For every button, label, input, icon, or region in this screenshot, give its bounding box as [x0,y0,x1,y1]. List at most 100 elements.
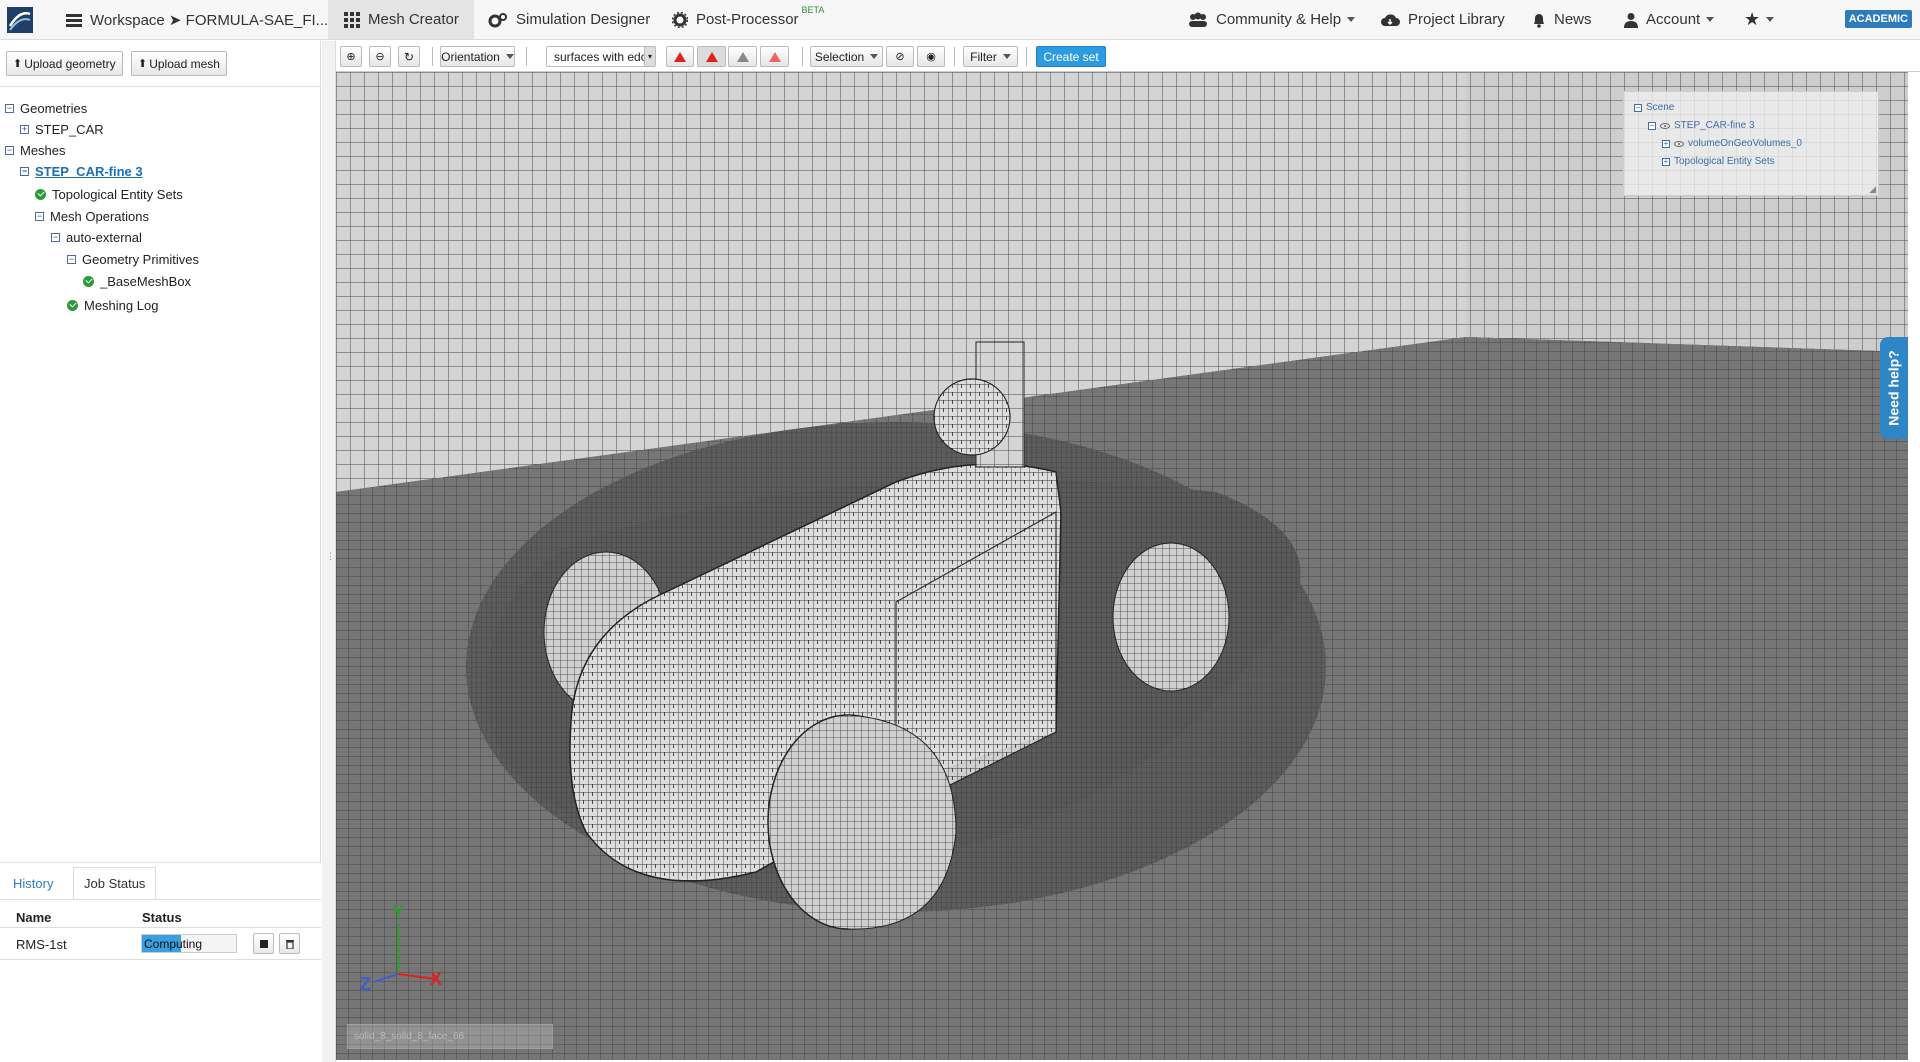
tree-item-mesh-selected[interactable]: − STEP_CAR-fine 3 [20,161,143,181]
scene-tree-mesh[interactable]: − STEP_CAR-fine 3 [1648,120,1755,131]
show-all-button[interactable]: ◉ [917,46,945,67]
zoom-out-button[interactable]: ⊖ [369,46,391,67]
trash-icon [285,940,294,949]
resize-handle-icon[interactable]: ◢ [1869,184,1876,195]
column-header-name: Name [16,910,52,925]
collapse-icon[interactable]: − [35,211,44,221]
zoom-in-button[interactable]: ⊕ [340,46,362,67]
scene-tree-volume[interactable]: + volumeOnGeoVolumes_0 [1662,138,1802,149]
tree-item-geometry-primitives[interactable]: − Geometry Primitives [67,249,199,269]
scene-tree-root[interactable]: − Scene [1634,102,1674,113]
upload-mesh-label: Upload mesh [149,56,220,71]
upload-geometry-button[interactable]: ⬆ Upload geometry [6,51,123,76]
scene-label: Scene [1646,102,1675,113]
app-logo[interactable] [6,0,34,39]
zoom-out-icon: ⊖ [375,51,385,63]
solid-surface-icon [674,51,686,62]
chevron-down-icon [1002,54,1011,59]
mesh-scene-render: Y X Z [336,72,1908,1060]
refresh-icon: ↻ [403,49,415,64]
tab-mesh-creator[interactable]: Mesh Creator [328,0,474,39]
account-menu[interactable]: Account [1624,0,1715,39]
orientation-dropdown[interactable]: Orientation [440,46,515,67]
tab-post-processor[interactable]: Post-Processor BETA [672,0,824,39]
workspace-breadcrumb[interactable]: Workspace ➤ FORMULA-SAE_FI... [66,0,328,39]
chevron-down-icon: ▾ [644,47,655,66]
expand-icon[interactable]: + [20,124,29,134]
favorites-menu[interactable]: ★ [1744,0,1775,39]
create-set-button[interactable]: Create set [1036,46,1106,67]
eye-icon: ◉ [926,51,936,63]
eye-icon[interactable] [1660,122,1670,129]
stop-job-button[interactable] [253,933,274,954]
tree-item-label: _BaseMeshBox [100,273,192,289]
bell-icon [1532,12,1546,28]
eye-icon[interactable] [1674,140,1684,147]
news-link[interactable]: News [1532,0,1592,39]
grid-icon [344,11,360,28]
render-mode-value: surfaces with edo [554,49,646,64]
users-icon [1188,12,1208,28]
divider [0,959,321,960]
need-help-button[interactable]: Need help? [1880,337,1908,439]
tree-item-auto-external[interactable]: − auto-external [51,227,142,247]
delete-job-button[interactable] [279,933,300,954]
collapse-icon[interactable]: − [67,254,76,264]
tree-item-base-mesh-box[interactable]: _BaseMeshBox [83,271,191,291]
workspace-icon [66,13,82,27]
tab-mesh-creator-label: Mesh Creator [368,11,459,28]
transparent-surface-icon [768,51,781,62]
user-icon [1624,12,1638,28]
collapse-icon[interactable]: − [5,145,14,155]
column-header-status: Status [142,910,182,925]
tree-item-meshing-log[interactable]: Meshing Log [67,295,158,315]
collapse-icon[interactable]: − [1634,103,1642,112]
project-library-link[interactable]: Project Library [1380,0,1505,39]
tab-job-status[interactable]: Job Status [73,867,157,899]
wireframe-button[interactable] [728,46,757,67]
community-help-label: Community & Help [1216,11,1342,28]
selection-label: Selection [814,49,865,64]
panel-splitter[interactable]: ⋮⋮ [322,41,344,1062]
upload-mesh-button[interactable]: ⬆ Upload mesh [131,51,227,76]
selection-status-text: solid_8_solid_8_face_66 [354,1031,465,1042]
surface-red-button[interactable] [666,46,694,67]
tree-item-geometries[interactable]: − Geometries [5,98,87,118]
tree-item-topological-sets[interactable]: Topological Entity Sets [35,184,183,204]
collapse-icon[interactable]: − [1648,121,1656,130]
chevron-down-icon [1347,17,1356,22]
filter-dropdown[interactable]: Filter [963,46,1018,67]
divider [526,47,527,66]
orientation-label: Orientation [441,49,500,64]
news-label: News [1554,11,1592,28]
zoom-in-icon: ⊕ [346,51,356,63]
selection-dropdown[interactable]: Selection [810,46,883,67]
surface-edges-button[interactable] [697,46,726,67]
transparent-surface-button[interactable] [760,46,789,67]
tab-history[interactable]: History [2,867,64,899]
community-help-menu[interactable]: Community & Help [1188,0,1356,39]
divider [0,899,321,900]
scene-volume-label: volumeOnGeoVolumes_0 [1688,138,1802,149]
tree-item-label: auto-external [66,229,142,245]
tree-item-step-car[interactable]: + STEP_CAR [20,119,104,139]
reset-view-button[interactable]: ↻ [398,46,420,67]
collapse-icon[interactable]: − [5,103,14,113]
render-mode-select[interactable]: surfaces with edo ▾ [546,46,656,67]
tree-item-label: Topological Entity Sets [52,186,183,202]
hide-selection-button[interactable]: ⊘ [886,46,914,67]
collapse-icon[interactable]: − [20,166,29,176]
scene-tree-topo[interactable]: + Topological Entity Sets [1662,156,1775,167]
collapse-icon[interactable]: − [51,232,60,242]
tree-item-mesh-operations[interactable]: − Mesh Operations [35,206,149,226]
chevron-down-icon [1706,17,1715,22]
tree-item-meshes[interactable]: − Meshes [5,140,66,160]
top-navbar: Workspace ➤ FORMULA-SAE_FI... Mesh Creat… [0,0,1920,40]
expand-icon[interactable]: + [1662,157,1670,166]
job-name: RMS-1st [16,937,67,952]
expand-icon[interactable]: + [1662,139,1670,148]
3d-viewport[interactable]: Y X Z − Scene − STEP_CAR-fine 3 + volumeOnG… [336,72,1908,1060]
tab-simulation-designer-label: Simulation Designer [516,11,651,28]
tab-simulation-designer[interactable]: Simulation Designer [488,0,650,39]
divider [1026,47,1027,66]
